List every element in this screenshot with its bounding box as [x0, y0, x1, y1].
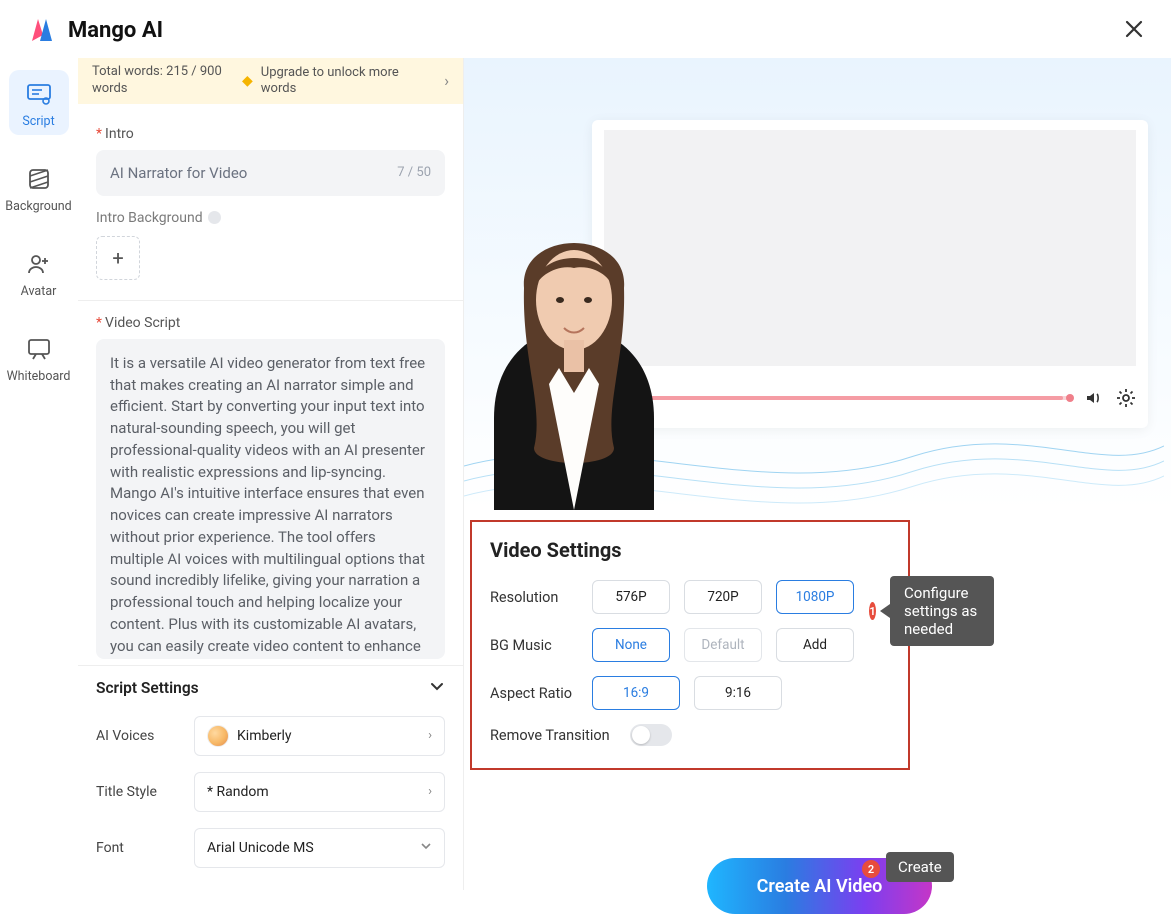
chevron-down-icon: [429, 678, 445, 698]
avatar-presenter: [464, 208, 684, 510]
annotation-2-text: Create: [886, 852, 954, 882]
video-preview: [464, 58, 1171, 510]
title-style-value: * Random: [207, 784, 269, 800]
intro-char-count: 7 / 50: [397, 165, 431, 180]
annotation-1-badge: 1: [869, 602, 876, 620]
bgmusic-default[interactable]: Default: [684, 628, 762, 662]
background-icon: [25, 165, 53, 193]
sidebar-item-label: Background: [5, 199, 71, 214]
annotation-1: 1 Configure settings as needed: [869, 576, 994, 646]
script-icon: [25, 80, 53, 108]
plus-icon: +: [112, 246, 123, 270]
settings-gear-button[interactable]: [1116, 388, 1136, 408]
chevron-right-icon: ›: [428, 728, 432, 743]
annotation-2: 2 Create: [862, 852, 954, 882]
voice-avatar-icon: [207, 725, 229, 747]
font-label: Font: [96, 840, 194, 856]
intro-title-value: AI Narrator for Video: [110, 164, 247, 182]
font-value: Arial Unicode MS: [207, 840, 314, 856]
sidebar-item-label: Script: [22, 114, 54, 129]
whiteboard-icon: [25, 335, 53, 363]
upgrade-text: Upgrade to unlock more words: [261, 65, 436, 98]
bgmusic-label: BG Music: [490, 637, 592, 654]
sidebar-item-background[interactable]: Background: [9, 155, 69, 220]
sidebar-item-whiteboard[interactable]: Whiteboard: [9, 325, 69, 390]
app-name: Mango AI: [68, 18, 163, 43]
logo-mark-icon: [28, 15, 58, 45]
annotation-1-text: Configure settings as needed: [890, 576, 994, 646]
sidebar-item-script[interactable]: Script: [9, 70, 69, 135]
resolution-label: Resolution: [490, 589, 592, 606]
word-count-bar: Total words: 215 / 900 words ◆ Upgrade t…: [78, 58, 463, 104]
title-style-select[interactable]: * Random ›: [194, 772, 445, 812]
video-settings-title: Video Settings: [490, 538, 890, 562]
bgmusic-none[interactable]: None: [592, 628, 670, 662]
remove-transition-toggle[interactable]: [630, 724, 672, 746]
aspect-9-16[interactable]: 9:16: [694, 676, 782, 710]
title-style-label: Title Style: [96, 784, 194, 800]
resolution-1080p[interactable]: 1080P: [776, 580, 854, 614]
chevron-right-icon: ›: [428, 784, 432, 799]
help-icon[interactable]: [208, 211, 221, 224]
bgmusic-add[interactable]: Add: [776, 628, 854, 662]
sidebar-item-label: Avatar: [21, 284, 57, 299]
diamond-icon: ◆: [242, 73, 253, 89]
intro-section-label: *Intro: [96, 126, 445, 142]
callout-arrow-icon: [880, 604, 890, 618]
video-script-text: It is a versatile AI video generator fro…: [110, 353, 431, 659]
word-count-text: Total words: 215 / 900 words: [92, 64, 242, 98]
sidebar-item-avatar[interactable]: Avatar: [9, 240, 69, 305]
annotation-2-badge: 2: [862, 860, 880, 878]
resolution-576p[interactable]: 576P: [592, 580, 670, 614]
chevron-down-icon: [420, 840, 432, 856]
app-logo: Mango AI: [28, 15, 163, 45]
intro-title-input[interactable]: AI Narrator for Video 7 / 50: [96, 150, 445, 196]
close-button[interactable]: [1119, 10, 1149, 50]
script-settings-toggle[interactable]: Script Settings: [78, 666, 463, 708]
ai-voices-label: AI Voices: [96, 728, 194, 744]
resolution-720p[interactable]: 720P: [684, 580, 762, 614]
progress-bar[interactable]: [636, 396, 1072, 400]
video-script-textarea[interactable]: It is a versatile AI video generator fro…: [96, 339, 445, 659]
avatar-icon: [25, 250, 53, 278]
remove-transition-label: Remove Transition: [490, 727, 630, 744]
sidebar-item-label: Whiteboard: [7, 369, 71, 384]
ai-voice-value: Kimberly: [237, 728, 292, 744]
script-settings-title: Script Settings: [96, 679, 199, 697]
intro-bg-label: Intro Background: [96, 210, 445, 226]
chevron-right-icon: ›: [444, 71, 449, 90]
aspect-label: Aspect Ratio: [490, 685, 592, 702]
video-script-label: *Video Script: [96, 315, 445, 331]
font-select[interactable]: Arial Unicode MS: [194, 828, 445, 868]
volume-button[interactable]: [1084, 388, 1104, 408]
aspect-16-9[interactable]: 16:9: [592, 676, 680, 710]
ai-voices-select[interactable]: Kimberly ›: [194, 716, 445, 756]
upgrade-link[interactable]: ◆ Upgrade to unlock more words ›: [242, 65, 449, 98]
video-settings-panel: Video Settings Resolution 576P 720P 1080…: [470, 520, 910, 770]
intro-bg-upload[interactable]: +: [96, 236, 140, 280]
